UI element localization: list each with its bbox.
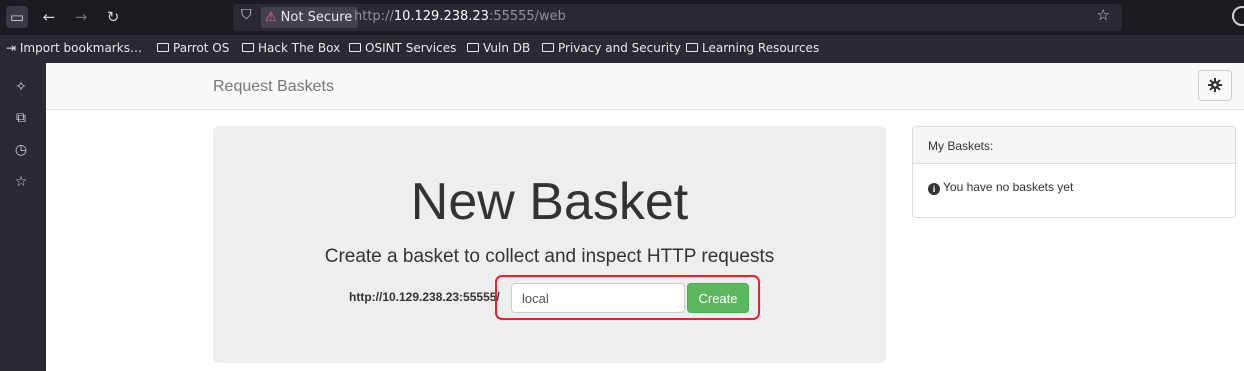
- bookmarks-bar: ⇥ Import bookmarks… Parrot OS Hack The B…: [0, 35, 1244, 63]
- security-label: Not Secure: [280, 10, 353, 25]
- bookmarks-star-icon[interactable]: ☆: [12, 173, 30, 191]
- bookmark-label: Vuln DB: [483, 41, 531, 55]
- bookmark-label: OSINT Services: [365, 41, 457, 55]
- shield-icon[interactable]: ⛉: [241, 7, 252, 23]
- folder-icon: [686, 43, 698, 52]
- empty-baskets-message: You have no baskets yet: [943, 180, 1074, 194]
- url-host: 10.129.238.23: [393, 9, 489, 24]
- folder-icon: [349, 43, 361, 52]
- forward-arrow-icon[interactable]: →: [70, 6, 92, 28]
- reload-icon[interactable]: ↻: [102, 6, 124, 28]
- import-icon: ⇥: [6, 41, 20, 55]
- browser-sidebar: ✧ ⧉ ◷ ☆: [0, 63, 46, 371]
- url-path: :55555/web: [488, 9, 566, 24]
- sidebar-toggle-icon[interactable]: ▭: [6, 6, 28, 28]
- url-bar[interactable]: ⛉ ⚠ Not Secure http://10.129.238.23:55555…: [233, 4, 1122, 31]
- page-subtitle: Create a basket to collect and inspect H…: [324, 246, 775, 267]
- bookmark-learning-resources[interactable]: Learning Resources: [686, 41, 819, 55]
- folder-icon: [242, 43, 254, 52]
- url-text[interactable]: http://10.129.238.23:55555/web: [354, 9, 566, 24]
- navbar-brand[interactable]: Request Baskets: [213, 78, 334, 96]
- bookmark-label: Import bookmarks…: [19, 41, 142, 55]
- security-indicator[interactable]: ⚠ Not Secure: [261, 7, 359, 28]
- bookmark-label: Learning Resources: [702, 41, 820, 55]
- bookmark-label: Parrot OS: [173, 41, 230, 55]
- panel-title: My Baskets:: [928, 139, 994, 153]
- basket-name-input[interactable]: [511, 283, 685, 313]
- my-baskets-panel: My Baskets: i You have no baskets yet: [912, 126, 1236, 218]
- bookmark-parrot-os[interactable]: Parrot OS: [157, 41, 229, 55]
- info-icon: i: [928, 183, 940, 195]
- basket-url-prefix: http://10.129.238.23:55555/: [349, 290, 500, 304]
- url-scheme: http://: [354, 9, 394, 24]
- new-basket-jumbotron: New Basket Create a basket to collect an…: [213, 126, 886, 363]
- folder-icon: [467, 43, 479, 52]
- bookmark-label: Hack The Box: [258, 41, 341, 55]
- create-button[interactable]: Create: [687, 283, 749, 313]
- back-arrow-icon[interactable]: ←: [38, 6, 60, 28]
- insecure-lock-icon: ⚠: [265, 10, 277, 25]
- bookmark-osint-services[interactable]: OSINT Services: [349, 41, 456, 55]
- browser-toolbar: ▭ ← → ↻ ⛉ ⚠ Not Secure http://10.129.238.…: [0, 0, 1244, 35]
- settings-button[interactable]: [1198, 70, 1232, 101]
- account-icon[interactable]: [1232, 6, 1244, 26]
- panel-heading: My Baskets:: [913, 127, 1235, 164]
- history-clock-icon[interactable]: ◷: [12, 141, 30, 159]
- bookmark-label: Privacy and Security: [558, 41, 681, 55]
- bookmark-import[interactable]: ⇥ Import bookmarks…: [6, 41, 142, 55]
- navbar: Request Baskets: [46, 63, 1244, 110]
- web-page: Request Baskets New Basket Create a bask…: [46, 63, 1244, 371]
- bookmark-privacy-security[interactable]: Privacy and Security: [542, 41, 681, 55]
- bookmark-vuln-db[interactable]: Vuln DB: [467, 41, 530, 55]
- page-title: New Basket: [410, 173, 689, 231]
- gear-icon: [1208, 78, 1222, 92]
- folder-icon: [542, 43, 554, 52]
- bookmark-hack-the-box[interactable]: Hack The Box: [242, 41, 340, 55]
- bookmark-star-icon[interactable]: ☆: [1097, 6, 1110, 24]
- synced-tabs-icon[interactable]: ⧉: [12, 109, 30, 127]
- ai-sparkle-icon[interactable]: ✧: [12, 78, 30, 96]
- panel-body: i You have no baskets yet: [928, 180, 1073, 195]
- folder-icon: [157, 43, 169, 52]
